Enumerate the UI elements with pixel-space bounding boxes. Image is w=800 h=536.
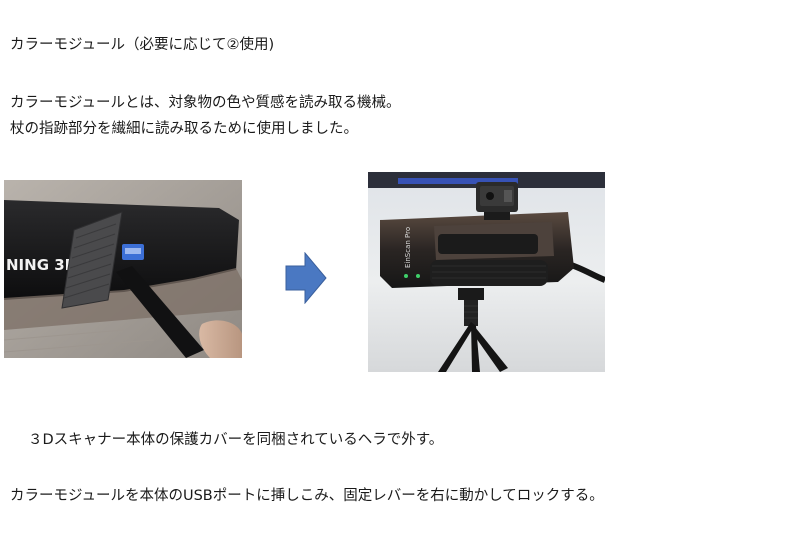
scanner-brand-text: EinScan Pro [404, 227, 412, 268]
photo-remove-cover-illustration: NING 3D [4, 180, 242, 358]
photo-remove-cover: NING 3D [4, 180, 242, 358]
photo-scanner-illustration: EinScan Pro [368, 172, 605, 372]
page-heading: カラーモジュール（必要に応じて②使用) [10, 37, 275, 53]
description-line-1: カラーモジュールとは、対象物の色や質感を読み取る機械。 [10, 95, 401, 111]
right-arrow-icon [285, 251, 327, 305]
step-2-text: カラーモジュールを本体のUSBポートに挿しこみ、固定レバーを右に動かしてロックす… [10, 488, 604, 504]
description-line-2: 杖の指跡部分を繊細に読み取るために使用しました。 [10, 121, 358, 137]
photo-scanner-with-color-module: EinScan Pro [368, 172, 605, 372]
step-1-text: ３Dスキャナー本体の保護カバーを同梱されているヘラで外す。 [28, 432, 444, 448]
device-brand-text: NING 3D [6, 256, 77, 274]
